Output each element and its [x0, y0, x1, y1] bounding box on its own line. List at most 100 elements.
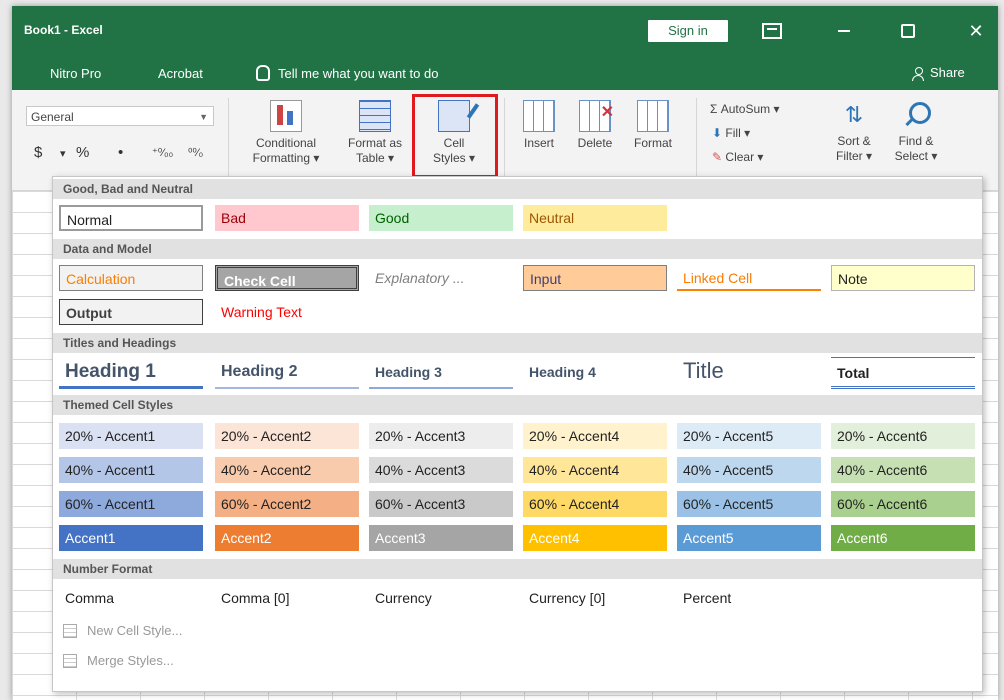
style-accent6[interactable]: Accent6 — [831, 525, 975, 551]
style-bad[interactable]: Bad — [215, 205, 359, 231]
title-bar: Book1 - Excel Sign in ✕ — [12, 6, 998, 56]
style-20-accent6[interactable]: 20% - Accent6 — [831, 423, 975, 449]
style-accent4[interactable]: Accent4 — [523, 525, 667, 551]
insert-label: Insert — [523, 136, 554, 150]
eraser-icon: ✎ — [712, 150, 723, 164]
style-60-accent4[interactable]: 60% - Accent4 — [523, 491, 667, 517]
style-linked-cell[interactable]: Linked Cell — [677, 265, 821, 291]
insert-button[interactable]: Insert — [514, 100, 564, 151]
style-accent5[interactable]: Accent5 — [677, 525, 821, 551]
clear-button[interactable]: ✎ Clear ▾ — [712, 150, 763, 164]
style-accent3[interactable]: Accent3 — [369, 525, 513, 551]
style-comma-0[interactable]: Comma [0] — [215, 585, 359, 611]
new-cell-style-command[interactable]: New Cell Style... — [63, 623, 182, 638]
menu-bar: Nitro Pro Acrobat Tell me what you want … — [12, 56, 998, 90]
autosum-button[interactable]: Σ AutoSum ▾ — [710, 102, 779, 116]
tab-acrobat[interactable]: Acrobat — [158, 66, 203, 81]
style-check-cell[interactable]: Check Cell — [215, 265, 359, 291]
delete-button[interactable]: Delete — [568, 100, 622, 151]
new-style-icon — [63, 623, 77, 638]
style-heading-4[interactable]: Heading 4 — [523, 357, 667, 389]
style-total[interactable]: Total — [831, 357, 975, 389]
tab-nitro-pro[interactable]: Nitro Pro — [50, 66, 101, 81]
tell-me-search[interactable]: Tell me what you want to do — [256, 65, 438, 81]
style-60-accent3[interactable]: 60% - Accent3 — [369, 491, 513, 517]
style-currency[interactable]: Currency — [369, 585, 513, 611]
style-good[interactable]: Good — [369, 205, 513, 231]
style-heading-2[interactable]: Heading 2 — [215, 357, 359, 389]
style-output[interactable]: Output — [59, 299, 203, 325]
style-20-accent3[interactable]: 20% - Accent3 — [369, 423, 513, 449]
increase-decimal-button[interactable]: ⁺⁰⁄₀₀ — [152, 146, 173, 159]
share-button[interactable]: Share — [912, 65, 965, 81]
style-20-accent4[interactable]: 20% - Accent4 — [523, 423, 667, 449]
style-40-accent4[interactable]: 40% - Accent4 — [523, 457, 667, 483]
format-as-table-label-2: Table ▾ — [355, 151, 395, 165]
style-20-accent2[interactable]: 20% - Accent2 — [215, 423, 359, 449]
percent-button[interactable]: % — [76, 144, 89, 161]
minimize-icon[interactable] — [824, 18, 864, 44]
style-accent1[interactable]: Accent1 — [59, 525, 203, 551]
style-40-accent5[interactable]: 40% - Accent5 — [677, 457, 821, 483]
style-40-accent2[interactable]: 40% - Accent2 — [215, 457, 359, 483]
section-titles-headings: Titles and Headings — [53, 333, 982, 353]
delete-cells-icon — [579, 100, 614, 132]
excel-window: Book1 - Excel Sign in ✕ Nitro Pro Acroba… — [12, 6, 998, 700]
format-as-table-label: Format as — [347, 136, 402, 150]
section-themed-cell-styles: Themed Cell Styles — [53, 395, 982, 415]
group-divider — [228, 98, 229, 182]
number-format-select[interactable]: General ▼ — [26, 106, 214, 126]
close-icon[interactable]: ✕ — [956, 18, 996, 44]
chevron-down-icon: ▼ — [199, 112, 208, 122]
style-40-accent6[interactable]: 40% - Accent6 — [831, 457, 975, 483]
currency-button[interactable]: $ — [34, 144, 42, 161]
style-title[interactable]: Title — [677, 357, 821, 389]
format-as-table-button[interactable]: Format as Table ▾ — [342, 100, 408, 166]
style-20-accent1[interactable]: 20% - Accent1 — [59, 423, 203, 449]
style-comma[interactable]: Comma — [59, 585, 203, 611]
style-warning-text[interactable]: Warning Text — [215, 299, 359, 325]
sort-filter-label: Sort & — [837, 134, 871, 148]
style-40-accent3[interactable]: 40% - Accent3 — [369, 457, 513, 483]
style-input[interactable]: Input — [523, 265, 667, 291]
group-divider — [504, 98, 505, 182]
style-60-accent2[interactable]: 60% - Accent2 — [215, 491, 359, 517]
restore-icon[interactable] — [888, 18, 928, 44]
style-40-accent1[interactable]: 40% - Accent1 — [59, 457, 203, 483]
style-note[interactable]: Note — [831, 265, 975, 291]
style-explanatory[interactable]: Explanatory ... — [369, 265, 513, 291]
style-60-accent5[interactable]: 60% - Accent5 — [677, 491, 821, 517]
conditional-formatting-button[interactable]: Conditional Formatting ▾ — [246, 100, 326, 166]
style-neutral[interactable]: Neutral — [523, 205, 667, 231]
style-60-accent6[interactable]: 60% - Accent6 — [831, 491, 975, 517]
window-title: Book1 - Excel — [24, 23, 103, 37]
style-heading-1[interactable]: Heading 1 — [59, 357, 203, 389]
chevron-down-icon[interactable]: ▾ — [60, 147, 66, 160]
find-select-button[interactable]: Find & Select ▾ — [886, 100, 946, 164]
style-20-accent5[interactable]: 20% - Accent5 — [677, 423, 821, 449]
cell-styles-gallery: Good, Bad and Neutral Normal Bad Good Ne… — [52, 176, 983, 692]
fill-button[interactable]: ⬇ Fill ▾ — [712, 126, 750, 140]
decrease-decimal-button[interactable]: ⁰⁰⁄₀ — [188, 146, 203, 159]
delete-label: Delete — [577, 136, 613, 150]
style-currency-0[interactable]: Currency [0] — [523, 585, 667, 611]
person-icon — [912, 66, 924, 81]
style-heading-3[interactable]: Heading 3 — [369, 357, 513, 389]
conditional-formatting-icon — [270, 100, 302, 132]
merge-styles-command[interactable]: Merge Styles... — [63, 653, 174, 668]
comma-style-button[interactable]: • — [118, 144, 123, 161]
style-normal[interactable]: Normal — [59, 205, 203, 231]
lightbulb-icon — [256, 65, 270, 81]
format-label: Format — [633, 136, 672, 150]
sign-in-button[interactable]: Sign in — [648, 20, 728, 42]
merge-styles-label: Merge Styles... — [87, 653, 174, 668]
style-calculation[interactable]: Calculation — [59, 265, 203, 291]
fill-down-icon: ⬇ — [712, 126, 723, 140]
style-percent[interactable]: Percent — [677, 585, 821, 611]
style-60-accent1[interactable]: 60% - Accent1 — [59, 491, 203, 517]
format-button[interactable]: Format — [624, 100, 682, 151]
section-data-model: Data and Model — [53, 239, 982, 259]
style-accent2[interactable]: Accent2 — [215, 525, 359, 551]
sort-filter-button[interactable]: ⇅ Sort & Filter ▾ — [826, 100, 882, 164]
ribbon-display-options-icon[interactable] — [752, 18, 792, 44]
